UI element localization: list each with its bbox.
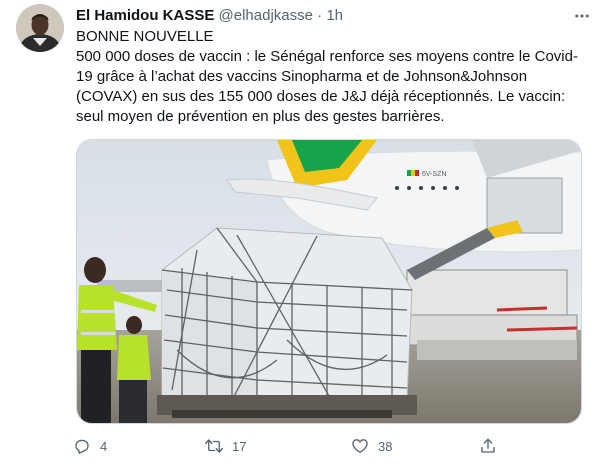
author-handle[interactable]: @elhadjkasse	[219, 7, 313, 24]
tweet-header: El Hamidou KASSE @elhadjkasse · 1h	[76, 6, 592, 26]
like-button[interactable]: 38	[346, 432, 392, 460]
like-count: 38	[378, 438, 393, 454]
reply-button[interactable]: 4	[68, 432, 107, 460]
separator-dot: ·	[317, 7, 323, 24]
retweet-count: 17	[232, 438, 247, 454]
author-avatar[interactable]	[16, 4, 64, 52]
tweet-text-headline: BONNE NOUVELLE	[76, 28, 214, 45]
reply-icon	[68, 432, 96, 460]
cargo-plane-photo: 6V-SZN	[77, 140, 581, 423]
tweet-card[interactable]: El Hamidou KASSE @elhadjkasse · 1h BONNE…	[0, 0, 608, 473]
share-button[interactable]	[474, 432, 502, 460]
reply-count: 4	[100, 438, 108, 454]
tweet-text-body: 500 000 doses de vaccin : le Sénégal ren…	[76, 48, 578, 125]
more-icon	[575, 14, 589, 18]
cargo-pallet	[157, 227, 417, 418]
tweet-actions: 4 17 38	[68, 432, 508, 460]
tweet-text: BONNE NOUVELLE 500 000 doses de vaccin :…	[76, 27, 592, 127]
plane-registration: 6V-SZN	[422, 171, 447, 178]
tweet-timestamp[interactable]: 1h	[326, 7, 343, 24]
share-icon	[474, 432, 502, 460]
retweet-button[interactable]: 17	[200, 432, 246, 460]
tweet-media-photo[interactable]: 6V-SZN	[76, 139, 582, 424]
heart-icon	[346, 432, 374, 460]
retweet-icon	[200, 432, 228, 460]
author-name[interactable]: El Hamidou KASSE	[76, 7, 214, 24]
more-options-button[interactable]	[570, 4, 594, 28]
avatar-photo	[16, 4, 64, 52]
